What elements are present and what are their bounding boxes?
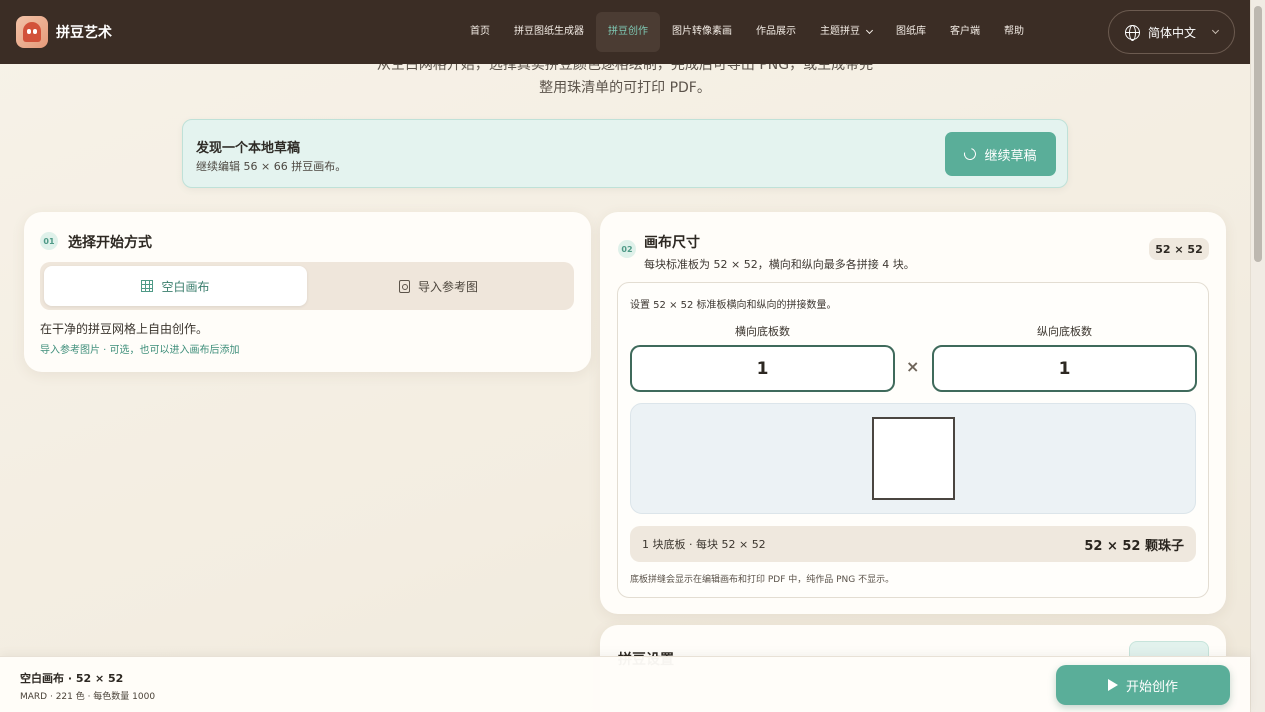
page-scrollbar[interactable] [1250, 0, 1265, 712]
board-settings-panel: 设置 52 × 52 标准板横向和纵向的拼接数量。 横向底板数 纵向底板数 1 … [617, 282, 1209, 598]
nav-item-create[interactable]: 拼豆创作 [596, 12, 660, 52]
nav-item-home[interactable]: 首页 [458, 12, 502, 52]
canvas-size-card: 02 画布尺寸 每块标准板为 52 × 52，横向和纵向最多各拼接 4 块。 5… [600, 212, 1226, 614]
nav-item-label: 拼豆图纸生成器 [514, 26, 584, 37]
nav-item-label: 首页 [470, 26, 490, 37]
continue-draft-button[interactable]: 继续草稿 [945, 132, 1056, 176]
nav-item-label: 帮助 [1004, 26, 1024, 37]
nav-menu: 首页 拼豆图纸生成器 拼豆创作 图片转像素画 作品展示 主题拼豆 图纸库 客户端… [458, 12, 1036, 52]
option-label: 空白画布 [161, 279, 210, 294]
play-icon [1107, 679, 1118, 691]
nav-item-gallery[interactable]: 作品展示 [744, 12, 808, 52]
ghost-logo-icon [23, 22, 41, 42]
canvas-size-subtitle: 每块标准板为 52 × 52，横向和纵向最多各拼接 4 块。 [644, 258, 915, 271]
option-label: 导入参考图 [417, 279, 478, 294]
board-layout-preview [630, 403, 1196, 514]
scrollbar-thumb[interactable] [1254, 6, 1262, 262]
start-creating-label: 开始创作 [1125, 679, 1178, 695]
selection-summary-title: 空白画布 · 52 × 52 [20, 672, 124, 685]
nav-item-label: 图片转像素画 [672, 26, 732, 37]
refresh-icon [962, 145, 979, 163]
nav-item-image-to-pixel[interactable]: 图片转像素画 [660, 12, 744, 52]
board-seam-footnote: 底板拼缝会显示在编辑画布和打印 PDF 中，纯作品 PNG 不显示。 [630, 575, 895, 585]
board-preview-tile [872, 417, 955, 500]
bottom-action-bar: 空白画布 · 52 × 52 MARD · 221 色 · 每色数量 1000 … [0, 656, 1250, 712]
size-badge: 52 × 52 [1149, 238, 1209, 260]
vertical-boards-label: 纵向底板数 [1037, 325, 1092, 338]
import-reference-option[interactable]: 导入参考图 [307, 266, 570, 306]
nav-item-label: 图纸库 [896, 26, 926, 37]
nav-item-library[interactable]: 图纸库 [884, 12, 938, 52]
step-badge: 01 [40, 232, 58, 250]
nav-item-pattern-generator[interactable]: 拼豆图纸生成器 [502, 12, 596, 52]
selection-summary-subtitle: MARD · 221 色 · 每色数量 1000 [20, 692, 156, 702]
card-title: 选择开始方式 [68, 235, 152, 251]
vertical-boards-input[interactable]: 1 [932, 345, 1197, 392]
multiply-sign: × [906, 357, 920, 376]
start-creating-button[interactable]: 开始创作 [1056, 665, 1230, 705]
globe-icon [1125, 24, 1140, 41]
language-selector[interactable]: 简体中文 [1108, 10, 1235, 54]
draft-subtitle: 继续编辑 56 × 66 拼豆画布。 [196, 160, 347, 173]
start-mode-hint: 导入参考图片 · 可选，也可以进入画布后添加 [40, 345, 240, 356]
bead-count: 52 × 52 颗珠子 [1084, 538, 1184, 554]
start-mode-card: 01 选择开始方式 空白画布 导入参考图 在干净的拼豆网格上自由创作。 导入参考… [24, 212, 591, 372]
blank-canvas-option[interactable]: 空白画布 [44, 266, 307, 306]
start-mode-segmented-control: 空白画布 导入参考图 [40, 262, 574, 310]
nav-item-label: 拼豆创作 [608, 26, 648, 37]
board-settings-note: 设置 52 × 52 标准板横向和纵向的拼接数量。 [630, 300, 837, 311]
nav-item-label: 主题拼豆 [820, 26, 860, 37]
board-summary-text: 1 块底板 · 每块 52 × 52 [642, 538, 766, 551]
local-draft-banner: 发现一个本地草稿 继续编辑 56 × 66 拼豆画布。 继续草稿 [182, 119, 1068, 188]
top-navbar: 拼豆艺术 首页 拼豆图纸生成器 拼豆创作 图片转像素画 作品展示 主题拼豆 图纸… [0, 0, 1250, 64]
app-logo[interactable] [16, 16, 48, 48]
start-mode-description: 在干净的拼豆网格上自由创作。 [40, 322, 209, 336]
brand-name[interactable]: 拼豆艺术 [56, 22, 112, 42]
horizontal-boards-label: 横向底板数 [735, 325, 790, 338]
nav-item-client[interactable]: 客户端 [938, 12, 992, 52]
nav-item-themes[interactable]: 主题拼豆 [808, 12, 884, 52]
continue-draft-label: 继续草稿 [984, 148, 1037, 164]
horizontal-boards-input[interactable]: 1 [630, 345, 895, 392]
board-summary: 1 块底板 · 每块 52 × 52 52 × 52 颗珠子 [630, 526, 1196, 562]
intro-line-2: 整用珠清单的可打印 PDF。 [539, 80, 711, 96]
draft-title: 发现一个本地草稿 [196, 141, 301, 156]
language-label: 简体中文 [1148, 25, 1197, 40]
nav-item-label: 作品展示 [756, 26, 796, 37]
nav-item-help[interactable]: 帮助 [992, 12, 1036, 52]
image-file-icon [398, 279, 410, 293]
card-title: 画布尺寸 [644, 235, 700, 251]
chevron-down-icon [1211, 26, 1220, 35]
grid-icon [141, 280, 154, 292]
step-badge: 02 [618, 240, 636, 258]
nav-item-label: 客户端 [950, 26, 980, 37]
chevron-down-icon [865, 26, 874, 35]
